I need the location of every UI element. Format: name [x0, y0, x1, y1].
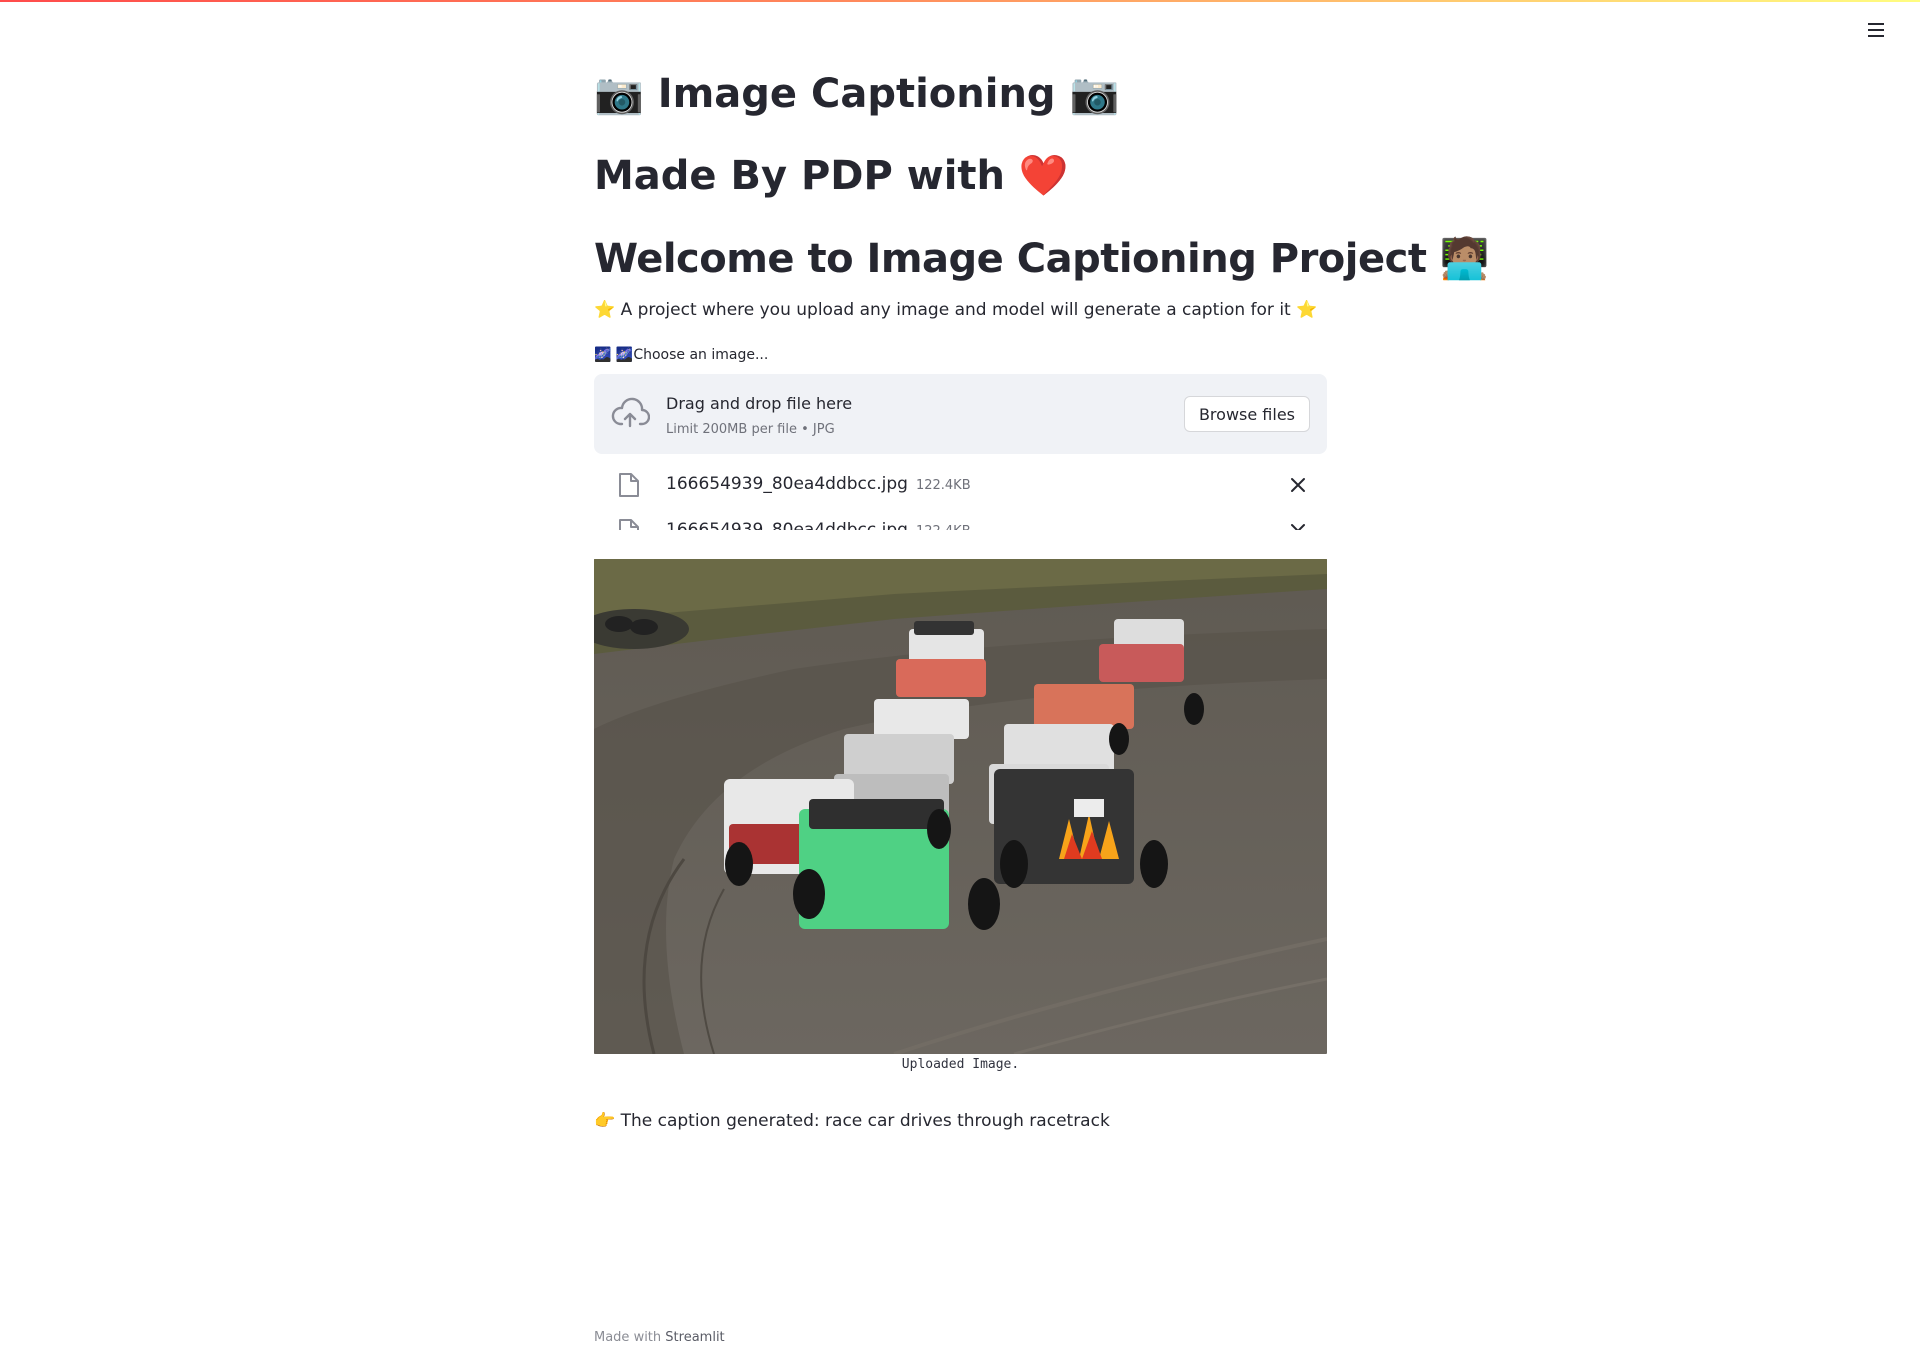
main-menu-button[interactable]	[1856, 18, 1896, 42]
dropzone-instruction: Drag and drop file here	[666, 394, 853, 413]
file-size: 122.4KB	[916, 524, 971, 530]
cloud-upload-icon	[611, 397, 650, 428]
remove-file-button[interactable]	[1287, 474, 1309, 496]
browse-files-button[interactable]: Browse files	[1183, 396, 1310, 432]
file-size: 122.4KB	[915, 478, 971, 493]
footer: Made with Streamlit	[594, 1330, 725, 1345]
page-title: 📷 Image Captioning 📷	[594, 71, 1120, 117]
file-dropzone[interactable]: Drag and drop file here Limit 200MB per …	[594, 374, 1327, 454]
race-photo	[594, 559, 1327, 1054]
dropzone-limit: Limit 200MB per file • JPG	[666, 422, 835, 437]
streamlit-link[interactable]: Streamlit	[665, 1330, 724, 1345]
uploader-label: 🌌 🌌Choose an image...	[594, 347, 769, 363]
hamburger-icon	[1868, 23, 1884, 25]
header-decoration	[0, 0, 1920, 2]
file-icon	[619, 519, 639, 530]
uploaded-file-list: 166654939_80ea4ddbcc.jpg 122.4KB 16665493…	[594, 460, 1327, 530]
page-subtitle: Made By PDP with ❤️	[594, 153, 1069, 199]
uploaded-image	[594, 559, 1327, 1054]
list-item: 166654939_80ea4ddbcc.jpg 122.4KB	[594, 460, 1327, 510]
generated-caption: 👉 The caption generated: race car drives…	[594, 1111, 1110, 1131]
file-icon	[619, 473, 639, 497]
close-icon[interactable]	[1287, 520, 1309, 530]
welcome-heading: Welcome to Image Captioning Project 🧑🏽‍💻	[594, 236, 1490, 282]
footer-prefix: Made with	[594, 1330, 662, 1345]
image-caption: Uploaded Image.	[901, 1057, 1020, 1072]
file-name-text: 166654939_80ea4ddbcc.jpg	[666, 474, 908, 494]
project-description: ⭐ A project where you upload any image a…	[594, 300, 1318, 320]
file-name-text: 166654939_80ea4ddbcc.jpg	[666, 520, 908, 530]
